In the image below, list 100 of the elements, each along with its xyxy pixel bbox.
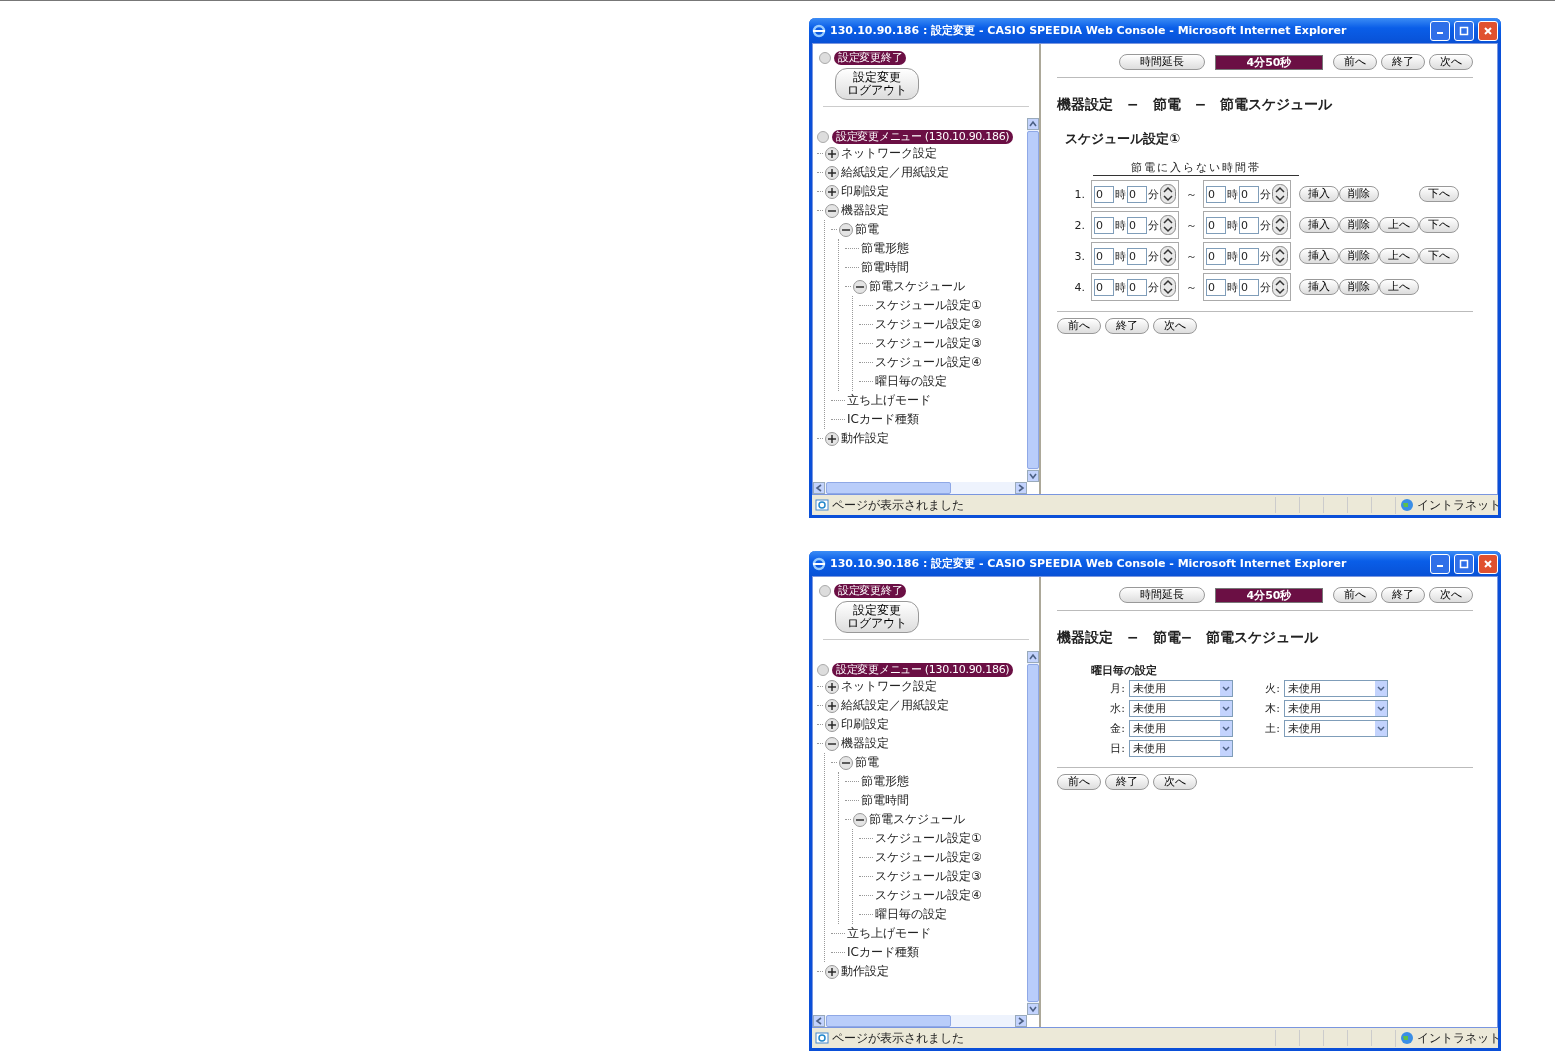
row-action-button[interactable]: 下へ — [1419, 248, 1459, 264]
hour-field[interactable]: 0 — [1094, 216, 1114, 234]
dropdown[interactable]: 未使用 — [1129, 700, 1233, 717]
tree-item[interactable]: スケジュール設定④ — [875, 354, 982, 371]
tree-item[interactable]: 節電スケジュール — [869, 811, 965, 828]
tree-item[interactable]: 曜日毎の設定 — [875, 373, 947, 390]
tree-item[interactable]: 給紙設定／用紙設定 — [841, 164, 949, 181]
nav-button[interactable]: 次へ — [1429, 587, 1473, 603]
hour-field[interactable]: 0 — [1094, 278, 1114, 296]
extend-time-button[interactable]: 時間延長 — [1119, 587, 1205, 603]
collapse-icon[interactable] — [825, 736, 839, 751]
dropdown[interactable]: 未使用 — [1129, 740, 1233, 757]
row-action-button[interactable]: 下へ — [1419, 217, 1459, 233]
row-action-button[interactable]: 削除 — [1339, 186, 1379, 202]
dropdown[interactable]: 未使用 — [1284, 700, 1388, 717]
tree-item[interactable]: 動作設定 — [841, 430, 889, 447]
nav-button[interactable]: 終了 — [1381, 54, 1425, 70]
tree-item[interactable]: 機器設定 — [841, 202, 889, 219]
tree-item[interactable]: スケジュール設定② — [875, 316, 982, 333]
row-action-button[interactable]: 挿入 — [1299, 248, 1339, 264]
nav-button[interactable]: 次へ — [1153, 318, 1197, 334]
extend-time-button[interactable]: 時間延長 — [1119, 54, 1205, 70]
row-action-button[interactable]: 上へ — [1379, 279, 1419, 295]
tree-item[interactable]: 給紙設定／用紙設定 — [841, 697, 949, 714]
tree-item[interactable]: 機器設定 — [841, 735, 889, 752]
close-button[interactable] — [1478, 553, 1498, 574]
tree-item[interactable]: 立ち上げモード — [847, 925, 931, 942]
tree-item[interactable]: スケジュール設定③ — [875, 335, 982, 352]
row-action-button[interactable]: 削除 — [1339, 248, 1379, 264]
tree-item[interactable]: ネットワーク設定 — [841, 678, 937, 695]
tree-item[interactable]: 節電 — [855, 221, 879, 238]
row-action-button[interactable]: 削除 — [1339, 279, 1379, 295]
tree-item[interactable]: 動作設定 — [841, 963, 889, 980]
hour-field[interactable]: 0 — [1094, 185, 1114, 203]
minute-field[interactable]: 0 — [1127, 185, 1147, 203]
hour-field[interactable]: 0 — [1206, 216, 1226, 234]
dropdown[interactable]: 未使用 — [1129, 680, 1233, 697]
tree-item[interactable]: 曜日毎の設定 — [875, 906, 947, 923]
row-action-button[interactable]: 挿入 — [1299, 217, 1339, 233]
nav-button[interactable]: 次へ — [1429, 54, 1473, 70]
minute-field[interactable]: 0 — [1127, 216, 1147, 234]
tree-item[interactable]: 節電スケジュール — [869, 278, 965, 295]
logout-button[interactable]: 設定変更 ログアウト — [835, 68, 919, 100]
minute-field[interactable]: 0 — [1239, 185, 1259, 203]
tree-item[interactable]: 印刷設定 — [841, 716, 889, 733]
spinner-control[interactable] — [1272, 277, 1288, 297]
collapse-icon[interactable] — [839, 755, 853, 770]
row-action-button[interactable]: 挿入 — [1299, 186, 1339, 202]
nav-button[interactable]: 前へ — [1057, 318, 1101, 334]
tree-item[interactable]: スケジュール設定③ — [875, 868, 982, 885]
tree-item[interactable]: 節電形態 — [861, 240, 909, 257]
nav-button[interactable]: 前へ — [1057, 774, 1101, 790]
row-action-button[interactable]: 上へ — [1379, 248, 1419, 264]
close-button[interactable] — [1478, 20, 1498, 41]
nav-button[interactable]: 前へ — [1333, 587, 1377, 603]
collapse-icon[interactable] — [825, 203, 839, 218]
expand-icon[interactable] — [825, 964, 839, 979]
row-action-button[interactable]: 上へ — [1379, 217, 1419, 233]
tree-item[interactable]: ICカード種類 — [847, 411, 919, 428]
tree-item[interactable]: ICカード種類 — [847, 944, 919, 961]
tree-item[interactable]: スケジュール設定④ — [875, 887, 982, 904]
nav-button[interactable]: 次へ — [1153, 774, 1197, 790]
row-action-button[interactable]: 挿入 — [1299, 279, 1339, 295]
tree-item[interactable]: スケジュール設定① — [875, 830, 982, 847]
spinner-control[interactable] — [1272, 184, 1288, 204]
minute-field[interactable]: 0 — [1127, 247, 1147, 265]
expand-icon[interactable] — [825, 431, 839, 446]
maximize-button[interactable] — [1454, 553, 1474, 574]
row-action-button[interactable]: 削除 — [1339, 217, 1379, 233]
row-action-button[interactable]: 下へ — [1419, 186, 1459, 202]
collapse-icon[interactable] — [853, 812, 867, 827]
nav-button[interactable]: 終了 — [1105, 318, 1149, 334]
tree-item[interactable]: 節電形態 — [861, 773, 909, 790]
logout-button[interactable]: 設定変更 ログアウト — [835, 601, 919, 633]
minimize-button[interactable] — [1430, 20, 1450, 41]
expand-icon[interactable] — [825, 184, 839, 199]
spinner-control[interactable] — [1272, 246, 1288, 266]
expand-icon[interactable] — [825, 698, 839, 713]
hour-field[interactable]: 0 — [1206, 278, 1226, 296]
vertical-scrollbar[interactable] — [1027, 651, 1039, 1015]
minimize-button[interactable] — [1430, 553, 1450, 574]
minute-field[interactable]: 0 — [1239, 216, 1259, 234]
maximize-button[interactable] — [1454, 20, 1474, 41]
minute-field[interactable]: 0 — [1239, 278, 1259, 296]
nav-button[interactable]: 終了 — [1381, 587, 1425, 603]
tree-item[interactable]: ネットワーク設定 — [841, 145, 937, 162]
spinner-control[interactable] — [1160, 215, 1176, 235]
hour-field[interactable]: 0 — [1206, 247, 1226, 265]
dropdown[interactable]: 未使用 — [1284, 680, 1388, 697]
tree-item[interactable]: 立ち上げモード — [847, 392, 931, 409]
expand-icon[interactable] — [825, 165, 839, 180]
spinner-control[interactable] — [1160, 246, 1176, 266]
minute-field[interactable]: 0 — [1127, 278, 1147, 296]
spinner-control[interactable] — [1160, 277, 1176, 297]
expand-icon[interactable] — [825, 717, 839, 732]
hour-field[interactable]: 0 — [1094, 247, 1114, 265]
hour-field[interactable]: 0 — [1206, 185, 1226, 203]
horizontal-scrollbar[interactable] — [813, 1015, 1027, 1027]
minute-field[interactable]: 0 — [1239, 247, 1259, 265]
tree-item[interactable]: スケジュール設定② — [875, 849, 982, 866]
